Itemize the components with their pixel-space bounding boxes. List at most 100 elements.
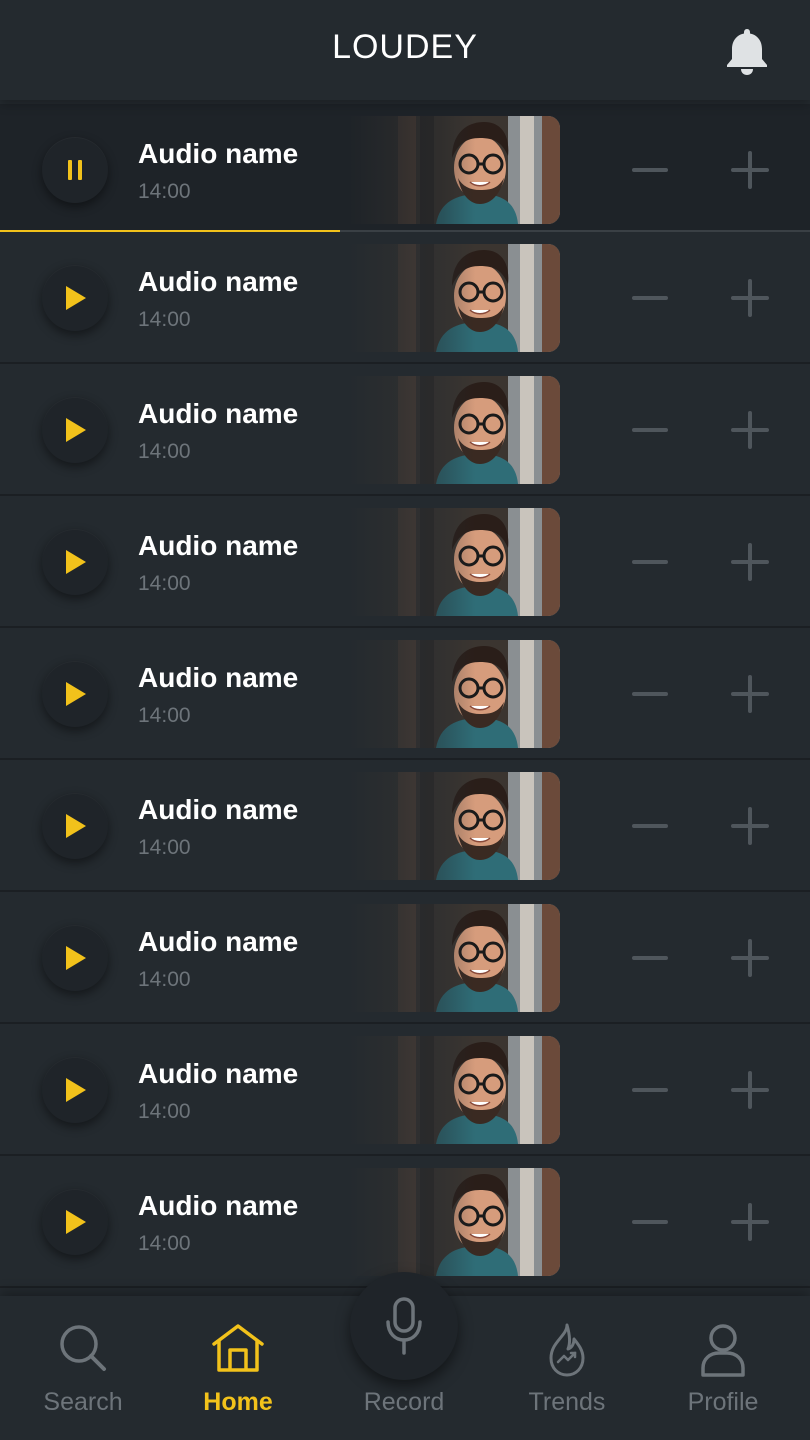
play-icon bbox=[62, 416, 88, 444]
nav-profile[interactable]: Profile bbox=[648, 1322, 798, 1432]
plus-button[interactable] bbox=[730, 278, 770, 318]
play-button[interactable] bbox=[42, 1057, 108, 1123]
list-item[interactable]: Audio name 14:00 bbox=[0, 1156, 810, 1288]
minus-button[interactable] bbox=[630, 150, 670, 190]
minus-button[interactable] bbox=[630, 1202, 670, 1242]
plus-button[interactable] bbox=[730, 542, 770, 582]
play-button[interactable] bbox=[42, 925, 108, 991]
audio-duration: 14:00 bbox=[138, 1100, 191, 1123]
audio-thumbnail bbox=[348, 1168, 560, 1276]
plus-button[interactable] bbox=[730, 1202, 770, 1242]
plus-icon bbox=[731, 1071, 769, 1109]
plus-button[interactable] bbox=[730, 938, 770, 978]
play-button[interactable] bbox=[42, 397, 108, 463]
plus-icon bbox=[731, 675, 769, 713]
play-icon bbox=[62, 1076, 88, 1104]
minus-button[interactable] bbox=[630, 410, 670, 450]
play-icon bbox=[62, 812, 88, 840]
microphone-icon bbox=[386, 1297, 422, 1355]
record-button[interactable] bbox=[350, 1272, 458, 1380]
nav-trends[interactable]: Trends bbox=[492, 1322, 642, 1432]
nav-home-label: Home bbox=[203, 1388, 273, 1416]
plus-button[interactable] bbox=[730, 150, 770, 190]
audio-duration: 14:00 bbox=[138, 308, 191, 331]
audio-duration: 14:00 bbox=[138, 836, 191, 859]
audio-title: Audio name bbox=[138, 530, 299, 561]
nav-profile-label: Profile bbox=[687, 1388, 759, 1416]
plus-button[interactable] bbox=[730, 1070, 770, 1110]
list-item[interactable]: Audio name 14:00 bbox=[0, 496, 810, 628]
play-icon bbox=[62, 1208, 88, 1236]
minus-icon bbox=[632, 428, 668, 432]
app-screen: LOUDEY Audio name 14:00 Audio name 14:00… bbox=[0, 0, 810, 1440]
audio-title: Audio name bbox=[138, 926, 299, 957]
play-icon bbox=[62, 944, 88, 972]
audio-title: Audio name bbox=[138, 662, 299, 693]
minus-icon bbox=[632, 296, 668, 300]
plus-icon bbox=[731, 807, 769, 845]
audio-duration: 14:00 bbox=[138, 968, 191, 991]
minus-button[interactable] bbox=[630, 674, 670, 714]
minus-button[interactable] bbox=[630, 542, 670, 582]
list-item[interactable]: Audio name 14:00 bbox=[0, 628, 810, 760]
plus-button[interactable] bbox=[730, 674, 770, 714]
play-button[interactable] bbox=[42, 661, 108, 727]
minus-icon bbox=[632, 956, 668, 960]
minus-icon bbox=[632, 168, 668, 172]
audio-thumbnail bbox=[348, 904, 560, 1012]
user-icon bbox=[701, 1324, 745, 1377]
audio-duration: 14:00 bbox=[138, 704, 191, 727]
audio-duration: 14:00 bbox=[138, 180, 191, 203]
play-button[interactable] bbox=[42, 1189, 108, 1255]
nav-search-label: Search bbox=[43, 1388, 123, 1416]
audio-title: Audio name bbox=[138, 138, 299, 169]
minus-button[interactable] bbox=[630, 278, 670, 318]
list-item[interactable]: Audio name 14:00 bbox=[0, 760, 810, 892]
plus-button[interactable] bbox=[730, 806, 770, 846]
nav-trends-label: Trends bbox=[528, 1388, 606, 1416]
plus-icon bbox=[731, 411, 769, 449]
bell-icon[interactable] bbox=[724, 26, 770, 76]
audio-title: Audio name bbox=[138, 398, 299, 429]
search-icon bbox=[60, 1325, 106, 1371]
top-bar: LOUDEY bbox=[0, 0, 810, 100]
plus-button[interactable] bbox=[730, 410, 770, 450]
audio-title: Audio name bbox=[138, 1058, 299, 1089]
minus-button[interactable] bbox=[630, 1070, 670, 1110]
play-icon bbox=[62, 284, 88, 312]
play-button[interactable] bbox=[42, 793, 108, 859]
audio-thumbnail bbox=[348, 640, 560, 748]
list-item[interactable]: Audio name 14:00 bbox=[0, 892, 810, 1024]
plus-icon bbox=[731, 939, 769, 977]
play-icon bbox=[62, 548, 88, 576]
minus-button[interactable] bbox=[630, 806, 670, 846]
plus-icon bbox=[731, 1203, 769, 1241]
list-item[interactable]: Audio name 14:00 bbox=[0, 364, 810, 496]
minus-icon bbox=[632, 560, 668, 564]
list-item[interactable]: Audio name 14:00 bbox=[0, 104, 810, 234]
home-icon bbox=[212, 1324, 264, 1372]
nav-home[interactable]: Home bbox=[163, 1322, 313, 1432]
audio-duration: 14:00 bbox=[138, 440, 191, 463]
list-item[interactable]: Audio name 14:00 bbox=[0, 232, 810, 364]
minus-button[interactable] bbox=[630, 938, 670, 978]
audio-thumbnail bbox=[348, 772, 560, 880]
audio-thumbnail bbox=[348, 116, 560, 224]
play-button[interactable] bbox=[42, 529, 108, 595]
audio-title: Audio name bbox=[138, 794, 299, 825]
audio-thumbnail bbox=[348, 376, 560, 484]
nav-record-label: Record bbox=[363, 1388, 445, 1416]
plus-icon bbox=[731, 279, 769, 317]
play-button[interactable] bbox=[42, 265, 108, 331]
flame-trend-icon bbox=[549, 1323, 585, 1377]
bottom-navigation: Search Home Record Trends Profile bbox=[0, 1272, 810, 1440]
audio-thumbnail bbox=[348, 1036, 560, 1144]
list-item[interactable]: Audio name 14:00 bbox=[0, 1024, 810, 1156]
playlist: Audio name 14:00 Audio name 14:00 Audio … bbox=[0, 104, 810, 1288]
audio-thumbnail bbox=[348, 244, 560, 352]
play-icon bbox=[62, 680, 88, 708]
nav-search[interactable]: Search bbox=[8, 1322, 158, 1432]
audio-duration: 14:00 bbox=[138, 572, 191, 595]
audio-title: Audio name bbox=[138, 266, 299, 297]
pause-button[interactable] bbox=[42, 137, 108, 203]
